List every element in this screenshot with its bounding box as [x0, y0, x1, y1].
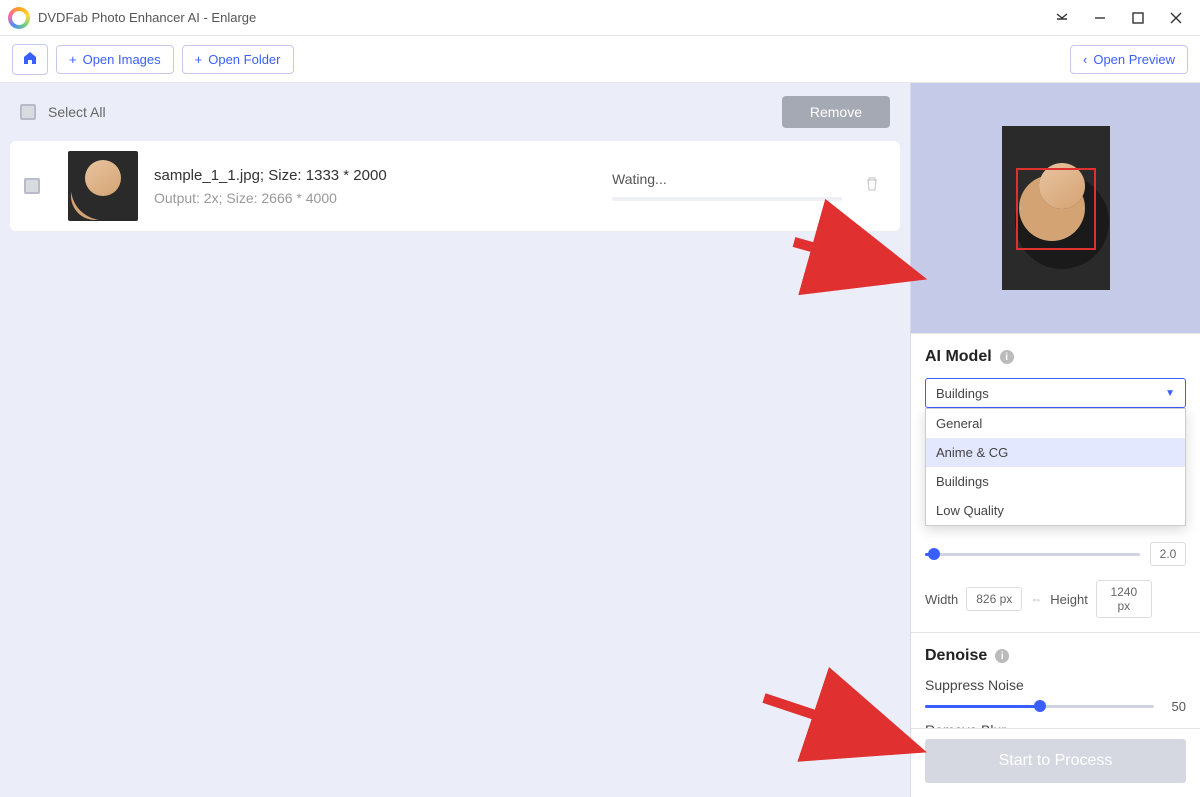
file-output-line: Output: 2x; Size: 2666 * 4000 [154, 190, 596, 206]
open-folder-button[interactable]: + Open Folder [182, 45, 294, 74]
toolbar: + Open Images + Open Folder ‹ Open Previ… [0, 36, 1200, 83]
dimensions-row: Width 826 px ⇔ Height 1240 px [925, 580, 1186, 618]
remove-button[interactable]: Remove [782, 96, 890, 128]
chevron-left-icon: ‹ [1083, 52, 1087, 67]
file-row: sample_1_1.jpg; Size: 1333 * 2000 Output… [10, 141, 900, 231]
plus-icon: + [195, 52, 203, 67]
dropdown-item-lowquality[interactable]: Low Quality [926, 496, 1185, 525]
dropdown-item-buildings[interactable]: Buildings [926, 467, 1185, 496]
crop-rectangle[interactable] [1016, 168, 1096, 250]
list-header: Select All Remove [10, 93, 900, 131]
process-area: Start to Process [911, 728, 1200, 797]
file-list-pane: Select All Remove sample_1_1.jpg; Size: … [0, 83, 910, 797]
select-all-checkbox[interactable] [20, 104, 36, 120]
scale-slider-row: 2.0 [925, 542, 1186, 566]
scale-value[interactable]: 2.0 [1150, 542, 1186, 566]
suppress-noise-label: Suppress Noise [925, 677, 1186, 693]
minimize-button[interactable] [1092, 10, 1108, 26]
height-label: Height [1050, 592, 1088, 607]
height-input[interactable]: 1240 px [1096, 580, 1152, 618]
open-images-label: Open Images [83, 52, 161, 67]
preview-thumbnail[interactable] [1002, 126, 1110, 290]
maximize-button[interactable] [1130, 10, 1146, 26]
app-title: DVDFab Photo Enhancer AI - Enlarge [38, 10, 1054, 25]
ai-model-title: AI Model i [925, 348, 1186, 366]
chevron-down-icon: ▼ [1165, 388, 1175, 399]
window-controls [1054, 10, 1192, 26]
file-status: Wating... [612, 171, 842, 187]
file-thumbnail [68, 151, 138, 221]
select-all-label: Select All [48, 104, 782, 120]
open-preview-button[interactable]: ‹ Open Preview [1070, 45, 1188, 74]
home-icon [23, 51, 37, 65]
trash-icon [864, 176, 880, 192]
dropdown-item-general[interactable]: General [926, 409, 1185, 438]
denoise-panel: Denoise i Suppress Noise 50 Remove Blur [911, 632, 1200, 728]
slider-thumb[interactable] [928, 548, 940, 560]
dropdown-item-anime[interactable]: Anime & CG [926, 438, 1185, 467]
dropdown-icon[interactable] [1054, 10, 1070, 26]
plus-icon: + [69, 52, 77, 67]
ai-model-selected: Buildings [936, 386, 989, 401]
suppress-noise-value: 50 [1164, 699, 1186, 714]
settings-pane: AI Model i Buildings ▼ General Anime & C… [910, 83, 1200, 797]
close-button[interactable] [1168, 10, 1184, 26]
slider-thumb[interactable] [1034, 700, 1046, 712]
preview-area [911, 83, 1200, 333]
titlebar: DVDFab Photo Enhancer AI - Enlarge [0, 0, 1200, 36]
denoise-title: Denoise i [925, 647, 1186, 665]
file-checkbox[interactable] [24, 178, 40, 194]
scale-slider[interactable] [925, 553, 1140, 556]
ai-model-panel: AI Model i Buildings ▼ General Anime & C… [911, 333, 1200, 632]
width-label: Width [925, 592, 958, 607]
file-name-line: sample_1_1.jpg; Size: 1333 * 2000 [154, 167, 596, 184]
suppress-noise-row: 50 [925, 699, 1186, 714]
delete-file-button[interactable] [858, 170, 886, 203]
start-process-button[interactable]: Start to Process [925, 739, 1186, 783]
info-icon[interactable]: i [995, 649, 1009, 663]
width-input[interactable]: 826 px [966, 587, 1022, 611]
info-icon[interactable]: i [1000, 350, 1014, 364]
link-icon[interactable]: ⇔ [1030, 592, 1042, 606]
home-button[interactable] [12, 44, 48, 75]
open-images-button[interactable]: + Open Images [56, 45, 174, 74]
suppress-noise-slider[interactable] [925, 705, 1154, 708]
file-progressbar [612, 197, 842, 201]
open-preview-label: Open Preview [1093, 52, 1175, 67]
app-logo-icon [8, 7, 30, 29]
ai-model-dropdown: General Anime & CG Buildings Low Quality [925, 408, 1186, 526]
ai-model-select[interactable]: Buildings ▼ General Anime & CG Buildings… [925, 378, 1186, 408]
open-folder-label: Open Folder [208, 52, 280, 67]
